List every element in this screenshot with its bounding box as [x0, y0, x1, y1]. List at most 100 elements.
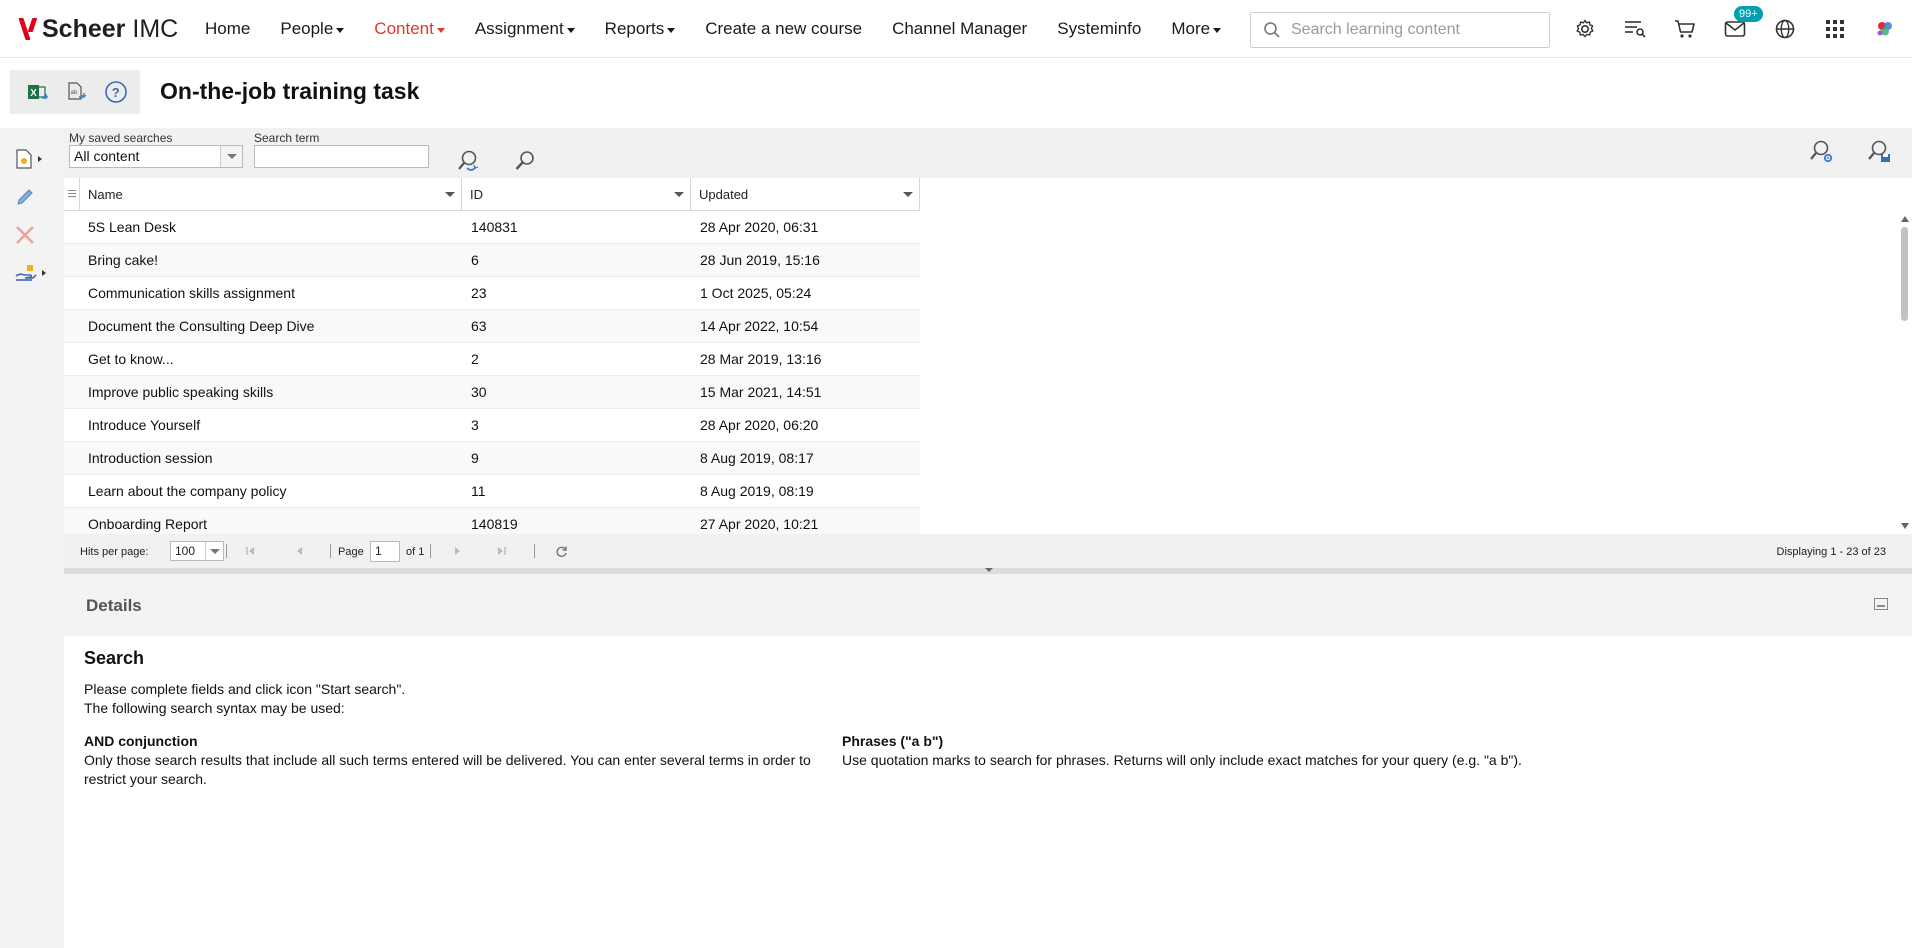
- table-row[interactable]: Document the Consulting Deep Dive 63 14 Ap…: [64, 310, 920, 343]
- delete-button[interactable]: [14, 220, 50, 250]
- nav-content-label: Content: [374, 19, 434, 38]
- edit-button[interactable]: [14, 182, 50, 212]
- cart-icon[interactable]: [1670, 14, 1700, 44]
- column-menu-handle[interactable]: [64, 178, 80, 211]
- logo-brand: Scheer: [42, 14, 126, 43]
- hits-per-page-select[interactable]: 100: [170, 541, 224, 561]
- column-header-name[interactable]: Name: [80, 178, 462, 211]
- svg-text:ab: ab: [71, 90, 78, 96]
- colorful-logo-icon[interactable]: [1870, 14, 1900, 44]
- cell-id: 30: [471, 384, 487, 400]
- table-row[interactable]: Onboarding Report 140819 27 Apr 2020, 10:2…: [64, 508, 920, 534]
- next-page-button[interactable]: [450, 544, 464, 558]
- grid-header: Name ID Updated: [64, 178, 920, 211]
- table-row[interactable]: Learn about the company policy 11 8 Aug 20…: [64, 475, 920, 508]
- globe-icon[interactable]: [1770, 14, 1800, 44]
- save-search-button[interactable]: [1864, 136, 1894, 166]
- nav-systeminfo[interactable]: Systeminfo: [1057, 19, 1141, 39]
- table-row[interactable]: Bring cake! 6 28 Jun 2019, 15:16: [64, 244, 920, 277]
- cell-id: 2: [471, 351, 479, 367]
- cell-name: Learn about the company policy: [88, 483, 287, 499]
- new-document-icon: [16, 149, 32, 169]
- gear-icon[interactable]: [1570, 14, 1600, 44]
- title-bar: X ab ? On-the-job training task: [0, 58, 1912, 128]
- table-row[interactable]: Get to know... 2 28 Mar 2019, 13:16: [64, 343, 920, 376]
- column-menu-arrow-icon[interactable]: [445, 192, 455, 197]
- reset-search-button[interactable]: [453, 146, 483, 176]
- table-row[interactable]: Communication skills assignment 23 1 Oct 2…: [64, 277, 920, 310]
- caret-down-icon: [336, 27, 345, 33]
- cell-id: 140831: [471, 219, 518, 235]
- saved-searches-select[interactable]: All content: [69, 145, 243, 168]
- nav-create-course[interactable]: Create a new course: [705, 19, 862, 39]
- cell-id: 3: [471, 417, 479, 433]
- dropdown-arrow-icon[interactable]: [220, 146, 242, 167]
- top-icon-bar: 99+: [1570, 6, 1912, 44]
- refresh-button[interactable]: [554, 544, 568, 558]
- nav-create-course-label: Create a new course: [705, 19, 863, 38]
- nav-channel-manager[interactable]: Channel Manager: [892, 19, 1027, 39]
- save-search-icon: [1868, 140, 1890, 162]
- details-header: Details: [64, 574, 1912, 636]
- assign-button[interactable]: [14, 258, 50, 288]
- page-count-label: of 1: [406, 546, 425, 558]
- expand-arrow-icon: [38, 156, 42, 162]
- search-settings-button[interactable]: [1806, 136, 1836, 166]
- table-row[interactable]: Introduction session 9 8 Aug 2019, 08:17: [64, 442, 920, 475]
- minimize-panel-icon[interactable]: [1874, 598, 1888, 610]
- excel-export-icon[interactable]: X: [24, 77, 53, 107]
- last-page-button[interactable]: [494, 544, 508, 558]
- grid-vertical-scrollbar[interactable]: [1898, 211, 1912, 534]
- nav-reports[interactable]: Reports: [605, 19, 676, 39]
- column-header-updated[interactable]: Updated: [691, 178, 920, 211]
- dropdown-arrow-icon[interactable]: [205, 542, 223, 560]
- page-tool-group: X ab ?: [10, 70, 140, 114]
- nav-content[interactable]: Content: [374, 19, 445, 39]
- nav-assignment[interactable]: Assignment: [475, 19, 575, 39]
- page-title: On-the-job training task: [160, 78, 420, 104]
- scrollbar-thumb[interactable]: [1901, 227, 1908, 321]
- saved-searches-label: My saved searches: [69, 131, 173, 145]
- cell-updated: 28 Apr 2020, 06:31: [700, 219, 819, 235]
- column-menu-arrow-icon[interactable]: [674, 192, 684, 197]
- start-search-button[interactable]: [510, 146, 540, 176]
- column-menu-arrow-icon[interactable]: [903, 192, 913, 197]
- new-item-button[interactable]: [14, 144, 50, 174]
- cell-name: Get to know...: [88, 351, 174, 367]
- menu-lines-icon: [68, 190, 76, 191]
- column-updated-label: Updated: [699, 187, 749, 202]
- first-page-button[interactable]: [244, 544, 258, 558]
- collapse-arrow-icon[interactable]: [985, 568, 993, 572]
- learning-search-input[interactable]: [1291, 21, 1531, 39]
- scroll-up-icon[interactable]: [1901, 216, 1909, 222]
- previous-page-button[interactable]: [293, 544, 307, 558]
- table-row[interactable]: Improve public speaking skills 30 15 Mar 2…: [64, 376, 920, 409]
- table-row[interactable]: 5S Lean Desk 140831 28 Apr 2020, 06:31: [64, 211, 920, 244]
- scroll-down-icon[interactable]: [1901, 523, 1909, 529]
- column-header-id[interactable]: ID: [462, 178, 691, 211]
- phrases-title: Phrases ("a b"): [842, 733, 944, 749]
- document-export-icon[interactable]: ab: [63, 77, 92, 107]
- search-term-input[interactable]: [254, 145, 429, 168]
- table-row[interactable]: Introduce Yourself 3 28 Apr 2020, 06:20: [64, 409, 920, 442]
- and-conjunction-title: AND conjunction: [84, 733, 198, 749]
- nav-more[interactable]: More: [1171, 19, 1222, 39]
- next-page-icon: [455, 547, 460, 555]
- help-icon[interactable]: ?: [101, 77, 130, 107]
- and-conjunction-text: Only those search results that include a…: [84, 752, 811, 787]
- magnifier-icon: [515, 151, 534, 170]
- mail-icon[interactable]: 99+: [1720, 6, 1763, 44]
- nav-home[interactable]: Home: [205, 19, 250, 39]
- caret-down-icon: [667, 27, 676, 33]
- cell-updated: 8 Aug 2019, 08:17: [700, 450, 814, 466]
- first-page-icon: [246, 547, 254, 555]
- scheer-imc-logo[interactable]: Scheer IMC: [20, 14, 178, 44]
- nav-channel-manager-label: Channel Manager: [892, 19, 1028, 38]
- nav-people[interactable]: People: [280, 19, 345, 39]
- separator: [430, 544, 431, 558]
- details-search-heading: Search: [84, 648, 145, 668]
- playlist-search-icon[interactable]: [1620, 14, 1650, 44]
- caret-down-icon: [566, 27, 575, 33]
- apps-grid-icon[interactable]: [1820, 14, 1850, 44]
- page-number-input[interactable]: 1: [370, 541, 400, 562]
